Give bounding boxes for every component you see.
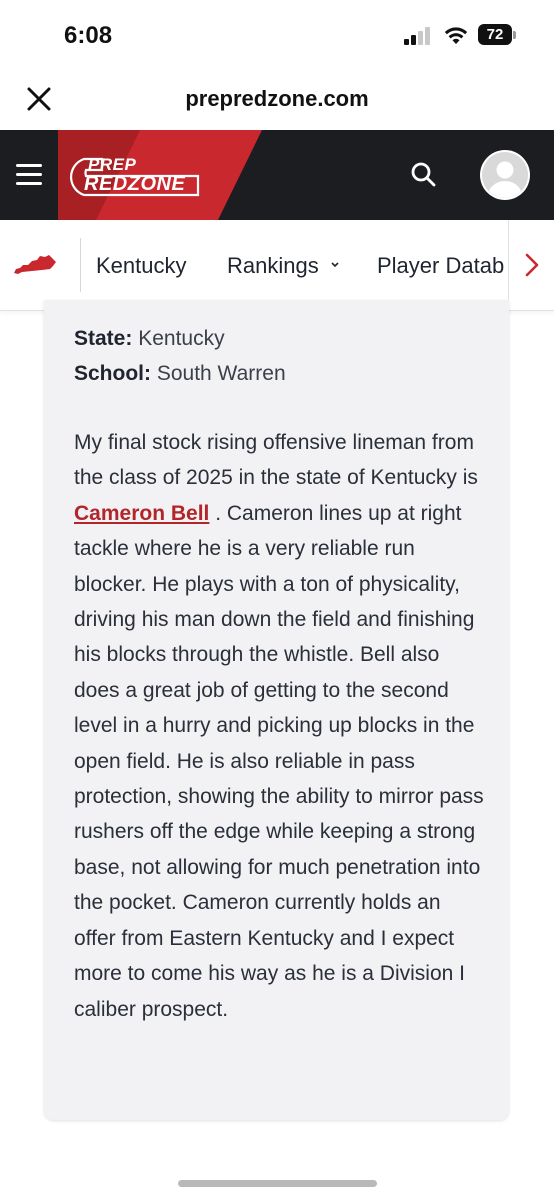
player-link-cameron-bell[interactable]: Cameron Bell	[74, 502, 209, 525]
meta-school: School: South Warren	[74, 362, 286, 386]
battery-icon: 72	[478, 24, 512, 45]
battery-tip	[513, 31, 516, 39]
url-text[interactable]: prepredzone.com	[0, 86, 554, 112]
nav-item-rankings[interactable]: Rankings	[227, 253, 319, 279]
logo-text-redzone: REDZONE	[84, 173, 186, 195]
logo-text-prep: PREP	[88, 155, 137, 174]
site-header: PREP REDZONE	[0, 130, 554, 220]
subnav-scroll-next-button[interactable]	[508, 220, 554, 310]
state-value: Kentucky	[138, 327, 225, 350]
search-icon[interactable]	[410, 161, 436, 187]
subnav-divider	[80, 238, 81, 292]
nav-item-kentucky[interactable]: Kentucky	[96, 253, 187, 279]
article-body: My final stock rising offensive lineman …	[74, 425, 484, 1027]
signal-icon	[404, 27, 434, 45]
school-value: South Warren	[156, 362, 286, 385]
chevron-right-icon	[525, 253, 539, 277]
browser-url-bar: prepredzone.com	[0, 70, 554, 130]
bottom-safe-area	[0, 1150, 554, 1200]
status-time: 6:08	[64, 22, 113, 49]
article-text-intro: My final stock rising offensive lineman …	[74, 431, 478, 490]
home-indicator[interactable]	[178, 1180, 377, 1187]
chevron-down-icon[interactable]	[330, 261, 340, 269]
hamburger-icon[interactable]	[16, 164, 42, 186]
article-text-main: . Cameron lines up at right tackle where…	[74, 501, 484, 1021]
meta-state: State: Kentucky	[74, 327, 225, 351]
wifi-icon	[444, 27, 468, 44]
kentucky-map-icon[interactable]	[12, 253, 58, 277]
state-subnav: Kentucky Rankings Player Datab	[0, 220, 554, 311]
school-label: School:	[74, 362, 151, 385]
user-avatar-icon[interactable]	[480, 150, 530, 200]
nav-item-player-database[interactable]: Player Datab	[377, 253, 509, 279]
state-label: State:	[74, 327, 133, 350]
status-bar: 6:08 72	[0, 0, 554, 70]
site-logo[interactable]: PREP REDZONE	[62, 155, 200, 199]
